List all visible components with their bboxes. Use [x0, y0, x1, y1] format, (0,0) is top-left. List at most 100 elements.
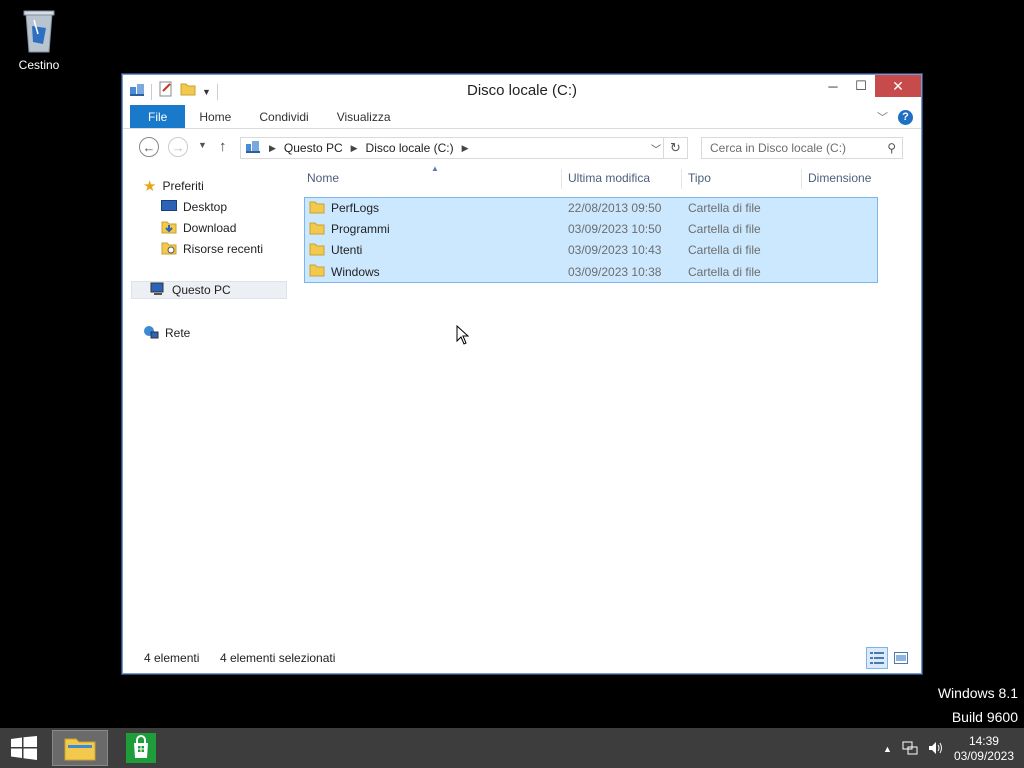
file-rows: PerfLogs 22/08/2013 09:50 Cartella di fi… [304, 197, 878, 283]
file-modified: 03/09/2023 10:50 [568, 222, 662, 236]
breadcrumb-separator[interactable]: ▶ [347, 143, 362, 154]
minimize-button[interactable]: ─ [819, 75, 847, 97]
folder-icon [309, 221, 325, 238]
column-divider[interactable] [681, 169, 682, 189]
start-button[interactable] [10, 736, 38, 765]
search-icon[interactable]: ⚲ [887, 141, 896, 155]
star-icon: ★ [143, 178, 157, 195]
folder-icon [309, 200, 325, 217]
selected-count: 4 elementi selezionati [220, 651, 336, 665]
breadcrumb-separator[interactable]: ▶ [458, 143, 473, 154]
breadcrumb-separator[interactable]: ▶ [265, 143, 280, 154]
nav-favorites-label: Preferiti [162, 179, 204, 193]
navigation-bar: ← → ▼ ↑ ▶ Questo PC ▶ Disco locale (C:) … [123, 129, 921, 165]
recycle-bin-desktop-icon[interactable]: Cestino [12, 6, 66, 72]
explorer-window: ▼ Disco locale (C:) ─ ☐ ✕ File Home Cond… [122, 74, 922, 674]
nav-item-network[interactable]: Rete [143, 324, 190, 342]
this-pc-icon [241, 140, 265, 157]
table-row[interactable]: PerfLogs 22/08/2013 09:50 Cartella di fi… [305, 198, 877, 219]
details-view-button[interactable] [866, 647, 888, 669]
recycle-bin-label: Cestino [18, 58, 60, 72]
folder-icon [309, 263, 325, 280]
file-modified: 03/09/2023 10:43 [568, 243, 662, 257]
file-explorer-icon [64, 738, 96, 761]
table-row[interactable]: Programmi 03/09/2023 10:50 Cartella di f… [305, 219, 877, 240]
build-number-watermark: Build 9600 [951, 709, 1018, 725]
table-row[interactable]: Windows 03/09/2023 10:38 Cartella di fil… [305, 261, 877, 282]
file-modified: 03/09/2023 10:38 [568, 264, 662, 279]
up-button[interactable]: ↑ [219, 138, 227, 155]
column-divider[interactable] [801, 169, 802, 189]
desktop-icon [161, 199, 177, 215]
table-row[interactable]: Utenti 03/09/2023 10:43 Cartella di file [305, 240, 877, 261]
network-icon [143, 325, 159, 342]
close-button[interactable]: ✕ [875, 75, 921, 97]
nav-item-recent[interactable]: Risorse recenti [161, 240, 263, 258]
folder-icon [309, 242, 325, 259]
clock-time: 14:39 [968, 734, 999, 748]
main-content: ★ Preferiti Desktop Download Risorse rec… [123, 164, 921, 645]
refresh-button[interactable]: ↻ [663, 138, 687, 158]
store-icon [126, 733, 156, 763]
title-bar[interactable]: ▼ Disco locale (C:) ─ ☐ ✕ [123, 75, 921, 105]
nav-item-desktop[interactable]: Desktop [161, 198, 227, 216]
search-input[interactable]: Cerca in Disco locale (C:) ⚲ [701, 137, 903, 159]
expand-ribbon-chevron-icon[interactable]: ﹀ [877, 109, 888, 125]
nav-item-label: Desktop [183, 200, 228, 214]
mouse-cursor-icon [456, 324, 470, 350]
address-bar[interactable]: ▶ Questo PC ▶ Disco locale (C:) ▶ ﹀ ↻ [240, 137, 688, 159]
clock[interactable]: 14:39 03/09/2023 [954, 734, 1014, 764]
windows-logo-icon [11, 736, 37, 760]
back-button[interactable]: ← [139, 137, 159, 157]
nav-item-label: Questo PC [172, 283, 231, 297]
clock-date: 03/09/2023 [953, 749, 1014, 763]
tab-file[interactable]: File [130, 105, 186, 128]
nav-item-this-pc[interactable]: Questo PC [131, 281, 287, 299]
show-hidden-icons-icon[interactable]: ▲ [883, 744, 892, 754]
nav-item-label: Download [183, 221, 237, 235]
file-name: Programmi [331, 222, 390, 236]
tab-home[interactable]: Home [185, 105, 245, 128]
taskbar: ▲ 14:39 03/09/2023 [0, 728, 1024, 768]
file-type: Cartella di file [688, 243, 761, 257]
file-name: PerfLogs [331, 201, 380, 215]
file-name: Windows [331, 264, 380, 279]
download-folder-icon [161, 220, 177, 237]
volume-icon[interactable] [928, 741, 944, 758]
forward-button[interactable]: → [168, 137, 188, 157]
breadcrumb-local-disk[interactable]: Disco locale (C:) [362, 141, 458, 155]
help-button[interactable]: ? [898, 109, 913, 125]
nav-favorites[interactable]: ★ Preferiti [143, 177, 204, 195]
column-header-modified[interactable]: Ultima modifica [568, 165, 650, 191]
column-header-size[interactable]: Dimensione [808, 165, 871, 191]
item-count: 4 elementi [144, 651, 200, 665]
file-list: ▲ Nome Ultima modifica Tipo Dimensione P… [303, 164, 889, 645]
file-name: Utenti [331, 243, 363, 257]
file-type: Cartella di file [688, 222, 761, 236]
nav-item-download[interactable]: Download [161, 219, 236, 237]
recent-places-icon [161, 241, 177, 258]
status-bar: 4 elementi 4 elementi selezionati [123, 645, 921, 673]
column-header-type[interactable]: Tipo [688, 165, 711, 191]
large-icons-view-button[interactable] [890, 647, 912, 669]
sort-ascending-icon: ▲ [431, 164, 439, 173]
tab-share[interactable]: Condividi [245, 105, 322, 128]
file-modified: 22/08/2013 09:50 [568, 201, 662, 215]
network-status-icon[interactable] [902, 741, 918, 758]
ribbon-tabs: File Home Condividi Visualizza ﹀ ? [123, 105, 921, 129]
taskbar-store[interactable] [113, 730, 169, 766]
tab-view[interactable]: Visualizza [323, 105, 405, 128]
computer-icon [150, 282, 166, 299]
breadcrumb-this-pc[interactable]: Questo PC [280, 141, 347, 155]
recycle-bin-icon [22, 6, 56, 54]
file-type: Cartella di file [688, 264, 761, 279]
column-header-name[interactable]: Nome [307, 165, 339, 191]
navigation-pane: ★ Preferiti Desktop Download Risorse rec… [123, 165, 295, 645]
taskbar-file-explorer[interactable] [52, 730, 108, 766]
recent-locations-dropdown-icon[interactable]: ▼ [198, 140, 207, 150]
search-placeholder: Cerca in Disco locale (C:) [710, 141, 847, 155]
column-divider[interactable] [561, 169, 562, 189]
maximize-button[interactable]: ☐ [847, 75, 875, 97]
nav-item-label: Rete [165, 326, 191, 340]
address-dropdown-icon[interactable]: ﹀ [651, 141, 661, 156]
